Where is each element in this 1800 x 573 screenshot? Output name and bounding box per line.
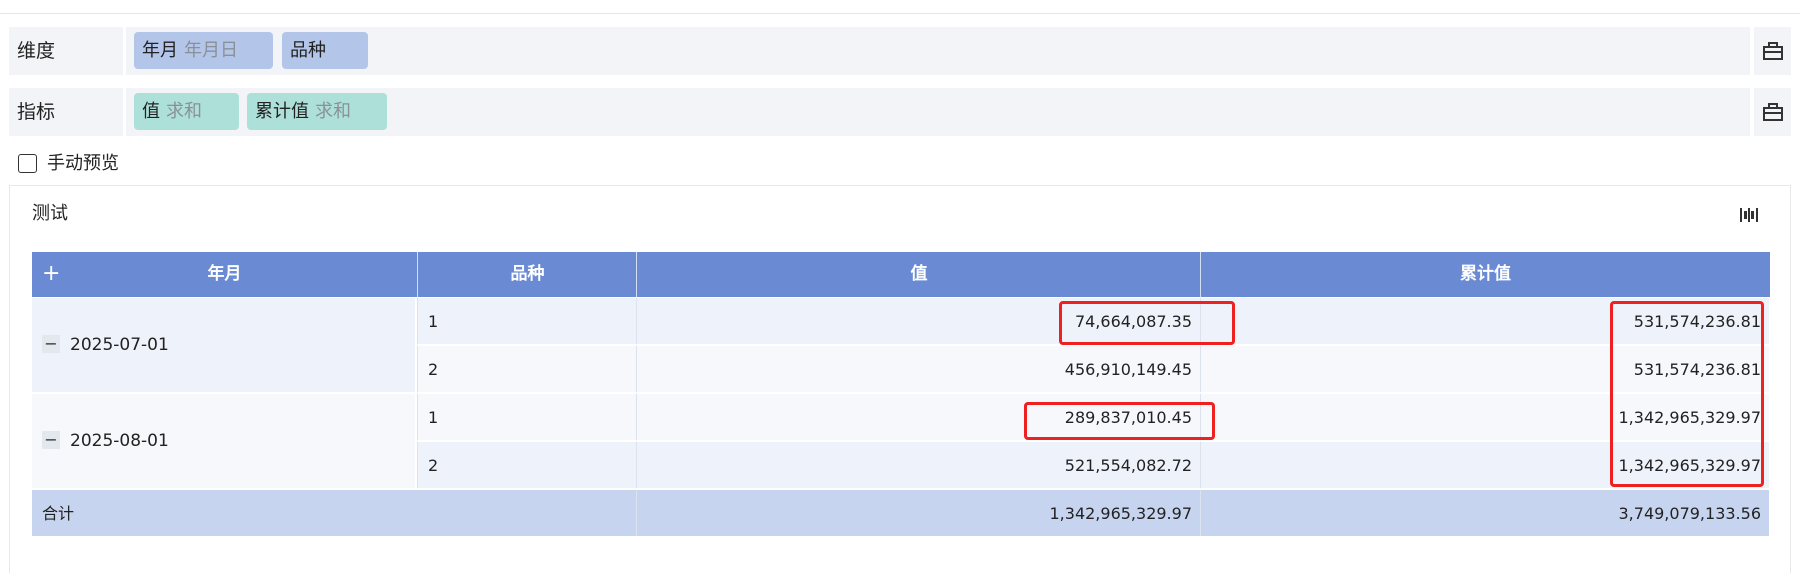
metric-pill-agg: 求和 [166,101,202,122]
cumulative-cell: 1,342,965,329.97 [1200,393,1769,440]
variety-cell: 1 [417,297,636,344]
header-label: 年月 [207,264,242,284]
chart-settings-icon[interactable] [1739,205,1759,225]
metrics-label: 指标 [9,88,123,136]
metrics-row: 指标 值求和 累计值 求和 [9,88,1791,136]
top-divider [0,13,1800,14]
variety-cell: 2 [417,441,636,488]
total-label: 合计 [32,489,636,536]
cumulative-cell: 1,342,965,329.97 [1200,441,1769,488]
metrics-dropzone[interactable]: 值求和 累计值 求和 [126,88,1750,136]
dimension-pill-variety[interactable]: 品种 [282,32,368,69]
value-cell: 521,554,082.72 [636,441,1200,488]
header-year-month[interactable]: + 年月 [32,252,417,297]
dimensions-label: 维度 [9,27,123,75]
value-cell: 456,910,149.45 [636,345,1200,392]
manual-preview-checkbox[interactable] [18,154,37,173]
group-cell: −2025-08-01 [32,393,415,488]
metric-pill-cumulative[interactable]: 累计值 求和 [247,93,387,130]
dimensions-row: 维度 年月 年月日 品种 [9,27,1791,75]
panel-title: 测试 [32,203,68,224]
metric-pill-label: 累计值 [255,101,309,122]
variety-cell: 1 [417,393,636,440]
group-cell: −2025-07-01 [32,297,415,392]
header-cumulative[interactable]: 累计值 [1200,252,1770,297]
dimension-pill-label: 年月 [142,40,178,61]
cumulative-cell: 531,574,236.81 [1200,345,1769,392]
header-value[interactable]: 值 [636,252,1201,297]
dimension-pill-year-month[interactable]: 年月 年月日 [134,32,273,69]
collapse-button[interactable]: − [42,334,60,353]
metric-pill-value[interactable]: 值求和 [134,93,239,130]
manual-preview-label: 手动预览 [47,153,119,174]
dimensions-side-button[interactable] [1754,27,1791,75]
total-value: 1,342,965,329.97 [636,489,1200,536]
cumulative-cell: 531,574,236.81 [1200,297,1769,344]
total-cumulative: 3,749,079,133.56 [1200,489,1769,536]
dimension-pill-sub: 年月日 [184,40,238,61]
briefcase-icon [1763,42,1783,60]
briefcase-icon [1763,103,1783,121]
expand-all-button[interactable]: + [42,252,60,296]
dimensions-dropzone[interactable]: 年月 年月日 品种 [126,27,1750,75]
metrics-side-button[interactable] [1754,88,1791,136]
group-date: 2025-08-01 [70,431,169,451]
metric-pill-label: 值 [142,101,160,122]
value-cell: 289,837,010.45 [636,393,1200,440]
metric-pill-agg: 求和 [315,101,351,122]
value-cell: 74,664,087.35 [636,297,1200,344]
dimension-pill-label: 品种 [290,40,326,61]
header-variety[interactable]: 品种 [417,252,637,297]
group-date: 2025-07-01 [70,335,169,355]
variety-cell: 2 [417,345,636,392]
collapse-button[interactable]: − [42,430,60,449]
